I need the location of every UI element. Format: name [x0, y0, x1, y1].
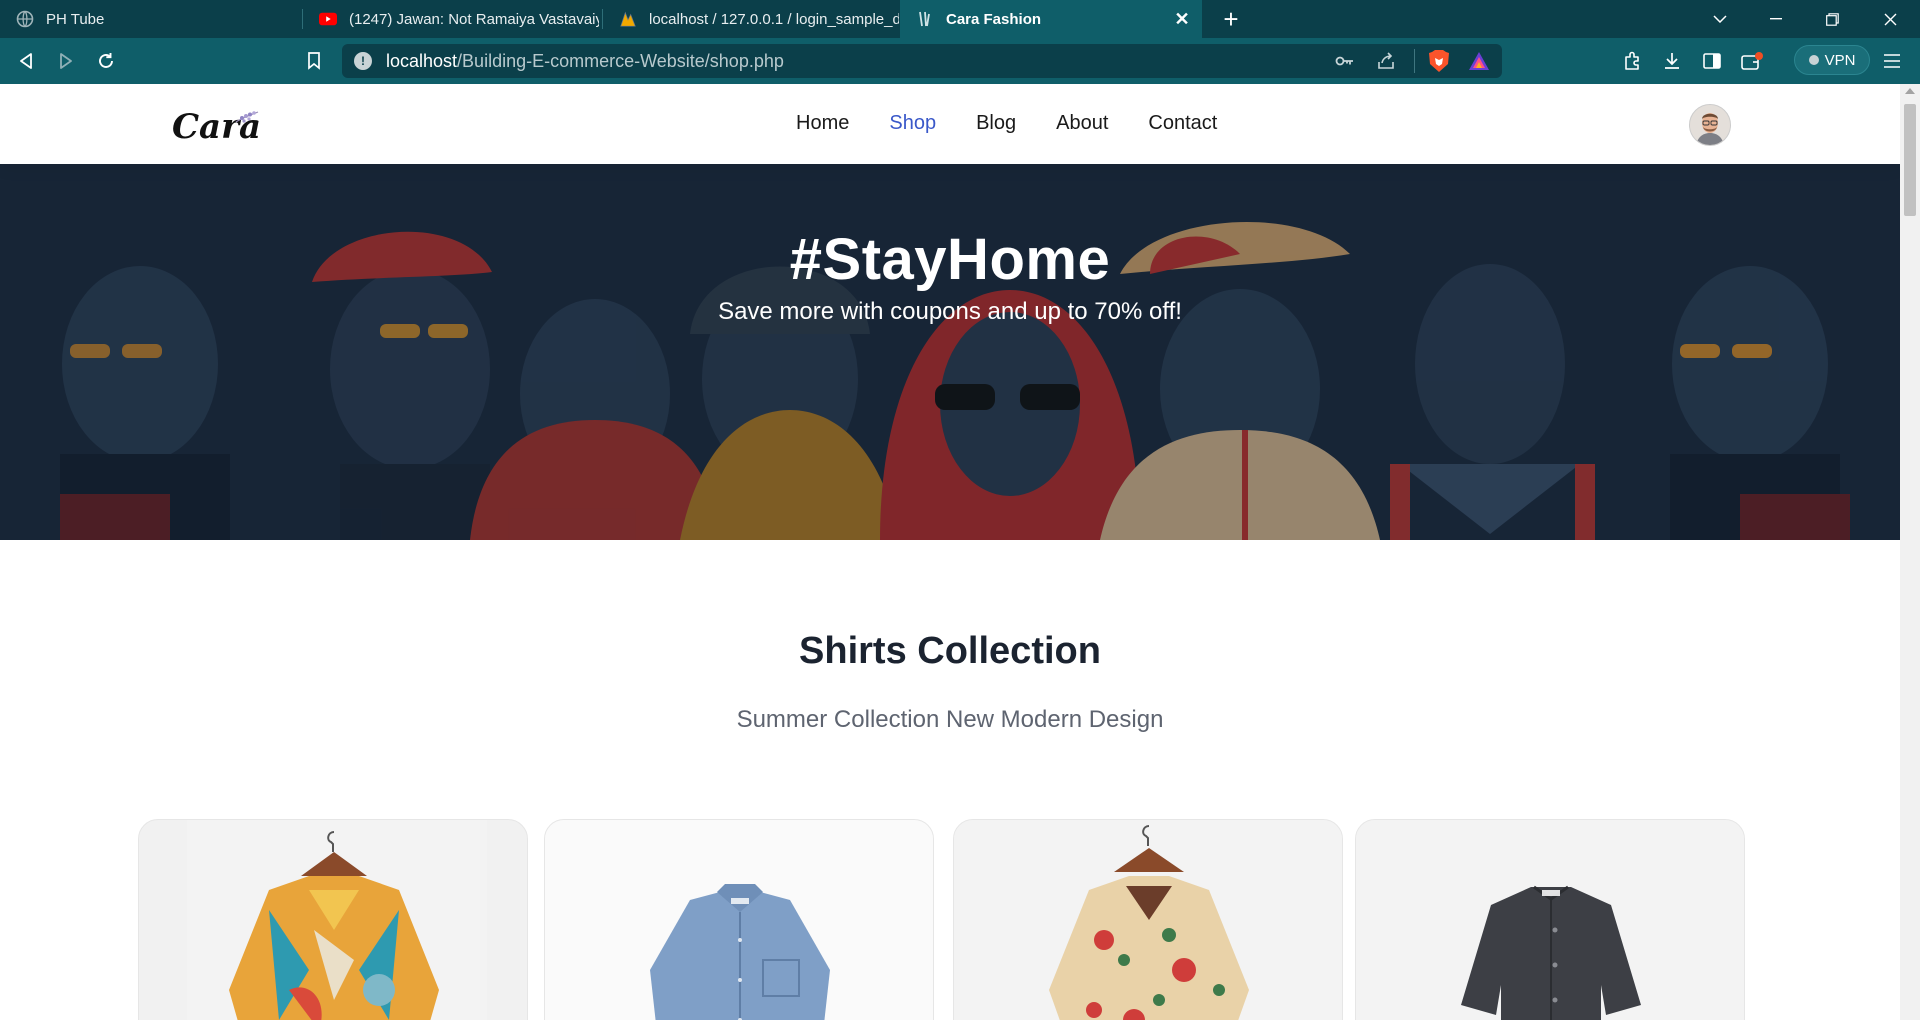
restore-icon[interactable]	[1804, 0, 1860, 38]
web-page: Cara Home Shop Blog About Contact #StayH…	[0, 84, 1900, 1020]
logo-text: Cara	[172, 107, 261, 146]
hero-title: #StayHome	[789, 227, 1111, 292]
extensions-icon[interactable]	[1618, 47, 1646, 75]
tropical-shirt-image	[187, 820, 487, 1020]
youtube-icon	[319, 10, 337, 28]
tab-youtube[interactable]: (1247) Jawan: Not Ramaiya Vastavaiya	[303, 0, 599, 38]
product-card[interactable]	[1355, 819, 1745, 1020]
hero-banner: #StayHome Save more with coupons and up …	[0, 164, 1900, 540]
vpn-status-icon	[1808, 55, 1819, 65]
browser-tab-strip: PH Tube (1247) Jawan: Not Ramaiya Vastav…	[0, 0, 1920, 38]
download-icon[interactable]	[1658, 47, 1686, 75]
page-scrollbar[interactable]	[1900, 84, 1920, 1020]
nav-contact[interactable]: Contact	[1148, 108, 1217, 138]
product-card[interactable]	[138, 819, 528, 1020]
wallet-icon[interactable]	[1738, 47, 1766, 75]
tab-search-chevron-icon[interactable]	[1692, 0, 1748, 38]
cara-icon	[916, 10, 934, 28]
minimize-icon[interactable]	[1748, 0, 1804, 38]
denim-shirt-image	[545, 820, 933, 1020]
url-path: /Building-E-commerce-Website/shop.php	[457, 50, 784, 71]
tab-title: Cara Fashion	[946, 10, 1042, 28]
bookmark-icon[interactable]	[300, 47, 328, 75]
main-nav: Home Shop Blog About Contact	[796, 108, 1257, 138]
product-card[interactable]	[544, 819, 934, 1020]
share-icon[interactable]	[1376, 51, 1396, 76]
vpn-button[interactable]: VPN	[1794, 45, 1870, 75]
brave-shields-icon[interactable]	[1428, 49, 1450, 78]
brave-rewards-icon[interactable]	[1468, 51, 1490, 76]
section-title: Shirts Collection	[799, 630, 1101, 672]
phpmyadmin-icon	[619, 10, 637, 28]
tab-title: localhost / 127.0.0.1 / login_sample_db	[649, 10, 899, 28]
close-window-icon[interactable]	[1862, 0, 1918, 38]
address-bar[interactable]: ! localhost/Building-E-commerce-Website/…	[342, 44, 1502, 78]
new-tab-button[interactable]: +	[1216, 4, 1246, 34]
scrollbar-thumb[interactable]	[1904, 104, 1916, 216]
address-divider	[1414, 49, 1415, 73]
sidebar-icon[interactable]	[1698, 47, 1726, 75]
hero-illustration	[0, 164, 1900, 540]
tab-ph-tube[interactable]: PH Tube	[0, 0, 300, 38]
floral-shirt-image	[954, 820, 1342, 1020]
section-subtitle: Summer Collection New Modern Design	[736, 706, 1164, 733]
tab-phpmyadmin[interactable]: localhost / 127.0.0.1 / login_sample_db	[603, 0, 899, 38]
nav-blog[interactable]: Blog	[976, 108, 1016, 138]
menu-icon[interactable]	[1878, 47, 1906, 75]
nav-about[interactable]: About	[1056, 108, 1108, 138]
nav-home[interactable]: Home	[796, 108, 849, 138]
reload-icon[interactable]	[92, 47, 120, 75]
site-info-icon[interactable]: !	[354, 52, 372, 70]
key-icon[interactable]	[1335, 52, 1355, 75]
product-card[interactable]	[953, 819, 1343, 1020]
hero-subtitle: Save more with coupons and up to 70% off…	[718, 298, 1182, 325]
close-tab-icon[interactable]: ✕	[1172, 9, 1192, 29]
browser-toolbar: ! localhost/Building-E-commerce-Website/…	[0, 38, 1920, 84]
scroll-up-arrow-icon[interactable]	[1905, 88, 1915, 94]
globe-icon	[16, 10, 34, 28]
nav-shop[interactable]: Shop	[889, 108, 936, 138]
user-avatar[interactable]	[1689, 104, 1731, 146]
tab-title: (1247) Jawan: Not Ramaiya Vastavaiya	[349, 10, 599, 28]
dark-shirt-image	[1356, 820, 1744, 1020]
back-icon[interactable]	[12, 47, 40, 75]
tab-cara-fashion[interactable]: Cara Fashion ✕	[900, 0, 1202, 38]
cara-logo[interactable]: Cara	[172, 102, 268, 147]
tab-title: PH Tube	[46, 10, 105, 28]
forward-icon[interactable]	[52, 47, 80, 75]
vpn-label: VPN	[1824, 51, 1856, 69]
url-host: localhost	[386, 50, 458, 71]
site-header: Cara Home Shop Blog About Contact	[0, 84, 1900, 164]
